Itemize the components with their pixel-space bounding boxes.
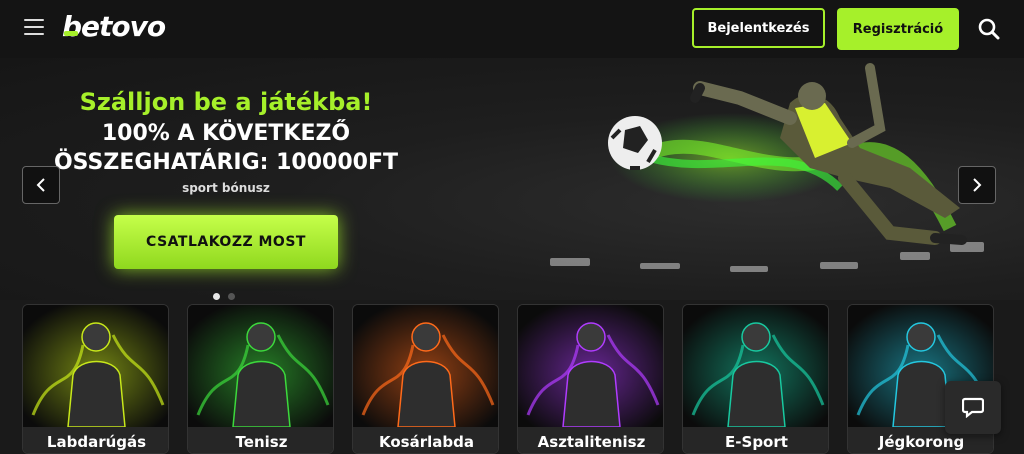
hero-offer-line-1: 100% A KÖVETKEZŐ bbox=[101, 121, 351, 146]
sport-athlete-image bbox=[23, 305, 168, 427]
chat-button[interactable] bbox=[945, 381, 1001, 434]
betovo-logo[interactable]: betovo bbox=[62, 10, 166, 43]
chat-bubble-icon bbox=[962, 397, 984, 418]
sport-category-card[interactable]: Tenisz bbox=[187, 304, 334, 454]
sport-athlete-image bbox=[188, 305, 333, 427]
register-button[interactable]: Regisztráció bbox=[837, 8, 959, 50]
top-navigation-bar: betovo Bejelentkezés Regisztráció bbox=[0, 0, 1024, 58]
chevron-left-icon bbox=[36, 178, 45, 192]
hero-offer-line-2: ÖSSZEGHATÁRIG: 100000FT bbox=[53, 150, 399, 175]
carousel-dot[interactable] bbox=[213, 293, 220, 300]
hero-banner: Szálljon be a játékba! 100% A KÖVETKEZŐ … bbox=[0, 58, 1024, 300]
search-icon[interactable] bbox=[978, 18, 1000, 40]
sport-athlete-image bbox=[683, 305, 828, 427]
sport-category-card[interactable]: E-Sport bbox=[682, 304, 829, 454]
sport-category-card[interactable]: Asztalitenisz bbox=[517, 304, 664, 454]
sport-athlete-image bbox=[353, 305, 498, 427]
hero-offer-text: 100% A KÖVETKEZŐ ÖSSZEGHATÁRIG: 100000FT bbox=[0, 119, 452, 177]
login-button[interactable]: Bejelentkezés bbox=[692, 8, 825, 48]
sport-category-list: Labdarúgás Tenisz Kosárlabda Asztalitenisz E… bbox=[22, 304, 1002, 454]
sport-category-card[interactable]: Kosárlabda bbox=[352, 304, 499, 454]
hero-headline: Szálljon be a játékba! bbox=[79, 88, 373, 116]
carousel-prev-button[interactable] bbox=[22, 166, 60, 204]
hero-subtitle: sport bónusz bbox=[182, 181, 270, 195]
carousel-dot[interactable] bbox=[228, 293, 235, 300]
chevron-right-icon bbox=[973, 178, 982, 192]
logo-accent-bar bbox=[64, 31, 78, 36]
logo-text: betovo bbox=[62, 10, 166, 43]
join-now-button[interactable]: CSATLAKOZZ MOST bbox=[114, 215, 338, 269]
sport-category-card[interactable]: Labdarúgás bbox=[22, 304, 169, 454]
carousel-pagination bbox=[213, 285, 243, 300]
soccer-player-illustration bbox=[608, 63, 967, 245]
carousel-next-button[interactable] bbox=[958, 166, 996, 204]
hamburger-menu-icon[interactable] bbox=[24, 19, 44, 35]
sport-athlete-image bbox=[518, 305, 663, 427]
